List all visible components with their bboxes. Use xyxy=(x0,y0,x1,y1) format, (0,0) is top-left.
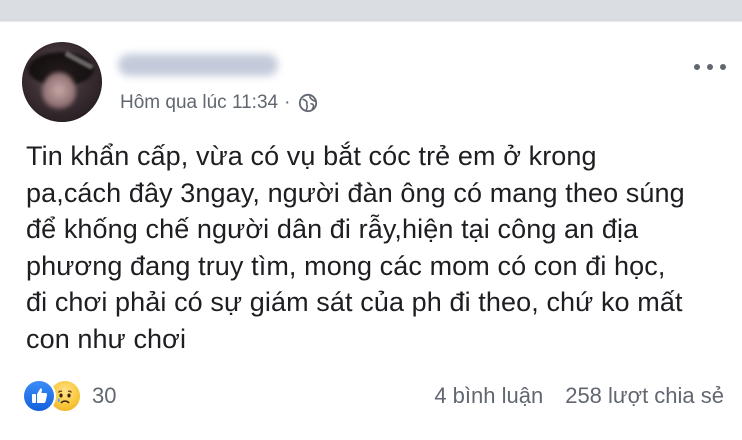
meta-separator: · xyxy=(284,92,291,113)
post-body-line: đi chơi phải có sự giám sát của ph đi th… xyxy=(26,287,683,317)
post-meta: Hôm qua lúc 11:34 · xyxy=(120,90,318,116)
more-dot xyxy=(707,64,713,70)
post-card: Hôm qua lúc 11:34 · Tin khẩn cấp, vừa có… xyxy=(0,22,742,440)
comments-count-link[interactable]: 4 bình luận xyxy=(434,383,543,409)
post-body-line: con như chơi xyxy=(26,323,187,354)
globe-icon[interactable] xyxy=(298,93,318,113)
post-stats: 4 bình luận 258 lượt chia sẻ xyxy=(434,378,724,414)
author-name-blurred[interactable] xyxy=(118,54,278,76)
shares-count-link[interactable]: 258 lượt chia sẻ xyxy=(565,383,724,409)
feed-background xyxy=(0,0,742,22)
post-body-line: để khống chế người dân đi rẫy,hiện tại c… xyxy=(26,214,639,244)
author-avatar[interactable] xyxy=(22,42,102,122)
reaction-count: 30 xyxy=(92,383,117,408)
post-body-line: phương đang truy tìm, mong các mom có co… xyxy=(26,250,666,281)
more-dot xyxy=(694,64,700,70)
post-body-line: pa,cách đây 3ngay, người đàn ông có mang… xyxy=(26,177,685,208)
post-body: Tin khẩn cấp, vừa có vụ bắt cóc trẻ em ở… xyxy=(26,138,726,357)
more-dot xyxy=(720,64,726,70)
avatar-face xyxy=(42,72,76,112)
post-timestamp[interactable]: Hôm qua lúc 11:34 xyxy=(120,92,278,114)
more-horizontal-icon[interactable] xyxy=(694,60,726,74)
like-icon xyxy=(22,379,56,413)
post-body-line: Tin khẩn cấp, vừa có vụ bắt cóc trẻ em ở… xyxy=(26,141,597,171)
reaction-summary[interactable]: 30 xyxy=(22,376,116,416)
